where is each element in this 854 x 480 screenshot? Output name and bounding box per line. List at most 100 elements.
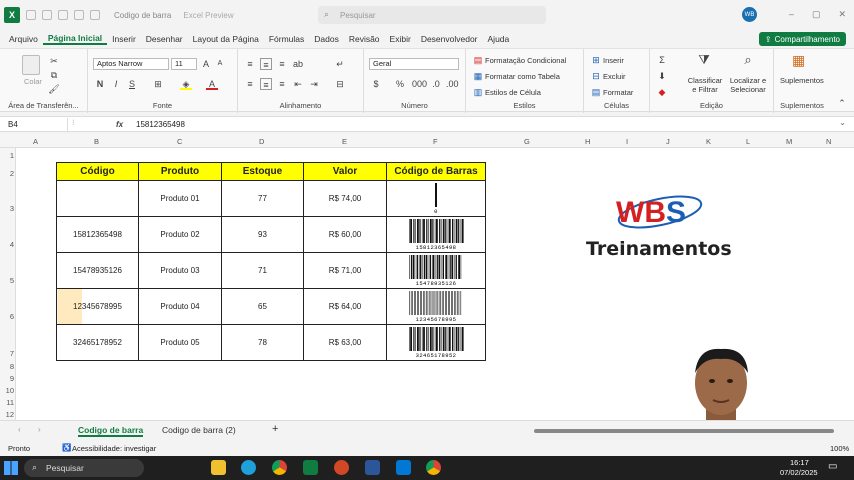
cell-produto[interactable]: Produto 03 bbox=[138, 252, 222, 289]
edge-icon[interactable] bbox=[241, 460, 256, 475]
sheet-tab-codigo-de-barra[interactable]: Codigo de barra bbox=[78, 425, 144, 437]
close-icon[interactable]: ✕ bbox=[838, 9, 846, 20]
insert-cells-button[interactable]: Inserir bbox=[603, 56, 624, 65]
cell-codigo[interactable] bbox=[56, 180, 139, 217]
border-icon[interactable]: ⊞ bbox=[152, 78, 164, 90]
col-header-f[interactable]: F bbox=[433, 137, 438, 146]
col-header-d[interactable]: D bbox=[259, 137, 264, 146]
cell-valor[interactable]: R$ 71,00 bbox=[303, 252, 387, 289]
header-codigo-barras[interactable]: Código de Barras bbox=[386, 162, 486, 181]
paste-label[interactable]: Colar bbox=[24, 77, 42, 86]
avatar[interactable]: WB bbox=[742, 7, 757, 22]
cell-produto[interactable]: Produto 01 bbox=[138, 180, 222, 217]
autosum-icon[interactable]: Σ bbox=[656, 54, 668, 66]
taskbar-search[interactable]: ⌕ Pesquisar bbox=[24, 459, 144, 477]
cell-codigo[interactable]: 12345678995 bbox=[56, 288, 139, 325]
col-header-c[interactable]: C bbox=[177, 137, 182, 146]
align-left-icon[interactable]: ≡ bbox=[244, 78, 256, 90]
thousands-icon[interactable]: 000 bbox=[412, 78, 427, 90]
col-header-l[interactable]: L bbox=[746, 137, 750, 146]
word-icon[interactable] bbox=[365, 460, 380, 475]
tab-ajuda[interactable]: Ajuda bbox=[483, 34, 515, 44]
formula-input[interactable]: 15812365498 bbox=[136, 118, 185, 131]
horizontal-scrollbar[interactable] bbox=[534, 429, 834, 433]
tab-pagina-inicial[interactable]: Página Inicial bbox=[42, 33, 108, 45]
cell-codigo[interactable]: 15812365498 bbox=[56, 216, 139, 253]
font-color-icon[interactable]: A bbox=[206, 78, 218, 90]
tab-inserir[interactable]: Inserir bbox=[107, 34, 141, 44]
collapse-ribbon-icon[interactable]: ⌃ bbox=[836, 97, 848, 109]
col-header-n[interactable]: N bbox=[826, 137, 831, 146]
file-explorer-icon[interactable] bbox=[211, 460, 226, 475]
number-format-select[interactable]: Geral bbox=[369, 58, 459, 70]
addins-button[interactable]: Suplementos bbox=[780, 76, 824, 85]
col-header-g[interactable]: G bbox=[524, 137, 530, 146]
tab-revisao[interactable]: Revisão bbox=[344, 34, 385, 44]
wrap-text-icon[interactable]: ↵ bbox=[334, 58, 346, 70]
expand-formula-icon[interactable]: ⌄ bbox=[839, 118, 846, 127]
cell-produto[interactable]: Produto 02 bbox=[138, 216, 222, 253]
cell-estoque[interactable]: 93 bbox=[221, 216, 304, 253]
row-header[interactable]: 10 bbox=[2, 386, 14, 395]
underline-icon[interactable]: S bbox=[126, 78, 138, 90]
row-header[interactable]: 8 bbox=[2, 362, 14, 371]
orientation-icon[interactable]: ab bbox=[292, 58, 304, 70]
col-header-i[interactable]: I bbox=[626, 137, 628, 146]
cell-estoque[interactable]: 78 bbox=[221, 324, 304, 361]
row-header[interactable]: 3 bbox=[2, 204, 14, 213]
indent-increase-icon[interactable]: ⇥ bbox=[308, 78, 320, 90]
cell-estoque[interactable]: 77 bbox=[221, 180, 304, 217]
align-top-icon[interactable]: ≡ bbox=[244, 58, 256, 70]
indent-decrease-icon[interactable]: ⇤ bbox=[292, 78, 304, 90]
italic-icon[interactable]: I bbox=[110, 78, 122, 90]
conditional-format-button[interactable]: Formatação Condicional bbox=[485, 56, 566, 65]
cell-barcode[interactable]: 32465178952 bbox=[386, 324, 486, 361]
add-sheet-button[interactable]: + bbox=[272, 423, 278, 435]
windows-start-icon[interactable] bbox=[4, 461, 18, 475]
row-header[interactable]: 9 bbox=[2, 374, 14, 383]
vscode-icon[interactable] bbox=[396, 460, 411, 475]
col-header-e[interactable]: E bbox=[342, 137, 347, 146]
merge-icon[interactable]: ⊟ bbox=[334, 78, 346, 90]
cell-styles-button[interactable]: Estilos de Célula bbox=[485, 88, 541, 97]
cell-barcode[interactable]: 15478935126 bbox=[386, 252, 486, 289]
align-middle-icon[interactable]: ≡ bbox=[260, 58, 272, 70]
cell-codigo[interactable]: 32465178952 bbox=[56, 324, 139, 361]
cell-produto[interactable]: Produto 04 bbox=[138, 288, 222, 325]
align-right-icon[interactable]: ≡ bbox=[276, 78, 288, 90]
align-center-icon[interactable]: ≡ bbox=[260, 78, 272, 90]
increase-font-icon[interactable]: A bbox=[200, 58, 212, 70]
header-valor[interactable]: Valor bbox=[303, 162, 387, 181]
row-header[interactable]: 1 bbox=[2, 151, 14, 160]
tab-dados[interactable]: Dados bbox=[309, 34, 344, 44]
copy-icon[interactable]: ⧉ bbox=[48, 69, 60, 81]
paste-icon[interactable] bbox=[22, 55, 40, 75]
tab-exibir[interactable]: Exibir bbox=[385, 34, 416, 44]
cell-valor[interactable]: R$ 63,00 bbox=[303, 324, 387, 361]
name-box[interactable]: B4 bbox=[4, 118, 68, 131]
accessibility-status[interactable]: Acessibilidade: investigar bbox=[72, 444, 156, 453]
maximize-icon[interactable]: ▢ bbox=[812, 9, 821, 20]
cell-estoque[interactable]: 71 bbox=[221, 252, 304, 289]
cancel-icon[interactable]: ⁝ bbox=[72, 118, 75, 127]
row-header[interactable]: 12 bbox=[2, 410, 14, 419]
format-table-button[interactable]: Formatar como Tabela bbox=[485, 72, 560, 81]
cell-estoque[interactable]: 65 bbox=[221, 288, 304, 325]
tab-arquivo[interactable]: Arquivo bbox=[4, 34, 43, 44]
row-header[interactable]: 7 bbox=[2, 349, 14, 358]
format-painter-icon[interactable]: 🖌 bbox=[48, 83, 60, 95]
excel-taskbar-icon[interactable] bbox=[303, 460, 318, 475]
clear-icon[interactable]: ◆ bbox=[656, 86, 668, 98]
row-header[interactable]: 11 bbox=[2, 398, 14, 407]
cut-icon[interactable]: ✂ bbox=[48, 55, 60, 67]
delete-cells-button[interactable]: Excluir bbox=[603, 72, 626, 81]
row-header[interactable]: 4 bbox=[2, 240, 14, 249]
row-header[interactable]: 2 bbox=[2, 169, 14, 178]
search-box[interactable]: ⌕ Pesquisar bbox=[318, 6, 546, 24]
tab-layout[interactable]: Layout da Página bbox=[188, 34, 264, 44]
cell-barcode[interactable]: 12345678995 bbox=[386, 288, 486, 325]
fill-color-icon[interactable]: ◈ bbox=[180, 78, 192, 90]
row-header[interactable]: 5 bbox=[2, 276, 14, 285]
tab-formulas[interactable]: Fórmulas bbox=[264, 34, 309, 44]
currency-icon[interactable]: $ bbox=[370, 78, 382, 90]
